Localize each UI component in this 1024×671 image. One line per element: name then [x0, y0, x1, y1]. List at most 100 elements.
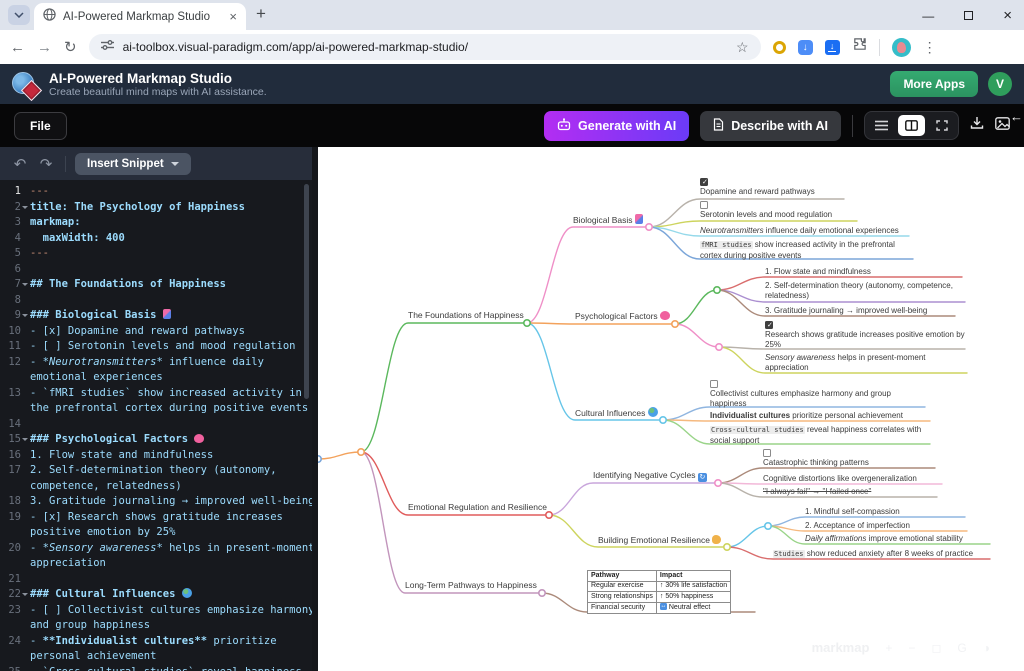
- file-menu-button[interactable]: File: [14, 112, 67, 140]
- map-node-biological-basis[interactable]: Biological Basis: [573, 214, 643, 226]
- map-leaf-daily-affirmations[interactable]: Daily affirmations improve emotional sta…: [805, 534, 963, 544]
- extension-ring-icon[interactable]: [773, 41, 786, 54]
- new-tab-button[interactable]: +: [256, 4, 266, 24]
- map-node-circle[interactable]: [524, 320, 530, 326]
- window-minimize-button[interactable]: —: [922, 9, 934, 23]
- checkbox-unchecked[interactable]: [700, 201, 708, 209]
- map-node-circle[interactable]: [646, 224, 652, 230]
- map-link: [727, 526, 768, 547]
- back-icon[interactable]: ←: [10, 39, 25, 56]
- document-icon: [713, 118, 724, 134]
- checkbox-checked[interactable]: [765, 321, 773, 329]
- map-leaf-self-determination[interactable]: 2. Self-determination theory (autonomy, …: [765, 281, 967, 300]
- map-leaf-always-fail[interactable]: "I always fail" → "I failed once": [763, 487, 871, 497]
- map-leaf-research-gratitude[interactable]: Research shows gratitude increases posit…: [765, 321, 970, 349]
- map-link: [361, 323, 527, 452]
- map-leaf-flow-state[interactable]: 1. Flow state and mindfulness: [765, 267, 871, 277]
- checkbox-unchecked[interactable]: [710, 380, 718, 388]
- browser-menu-icon[interactable]: ⋮: [923, 39, 937, 56]
- tab-close-icon[interactable]: ×: [229, 10, 237, 23]
- download-icon[interactable]: [970, 116, 984, 135]
- editor-row: 1---: [0, 184, 312, 200]
- editor-row: 10- [x] Dopamine and reward pathways: [0, 324, 312, 340]
- zoom-out-icon[interactable]: −: [908, 641, 915, 655]
- editor-row: 161. Flow state and mindfulness: [0, 448, 312, 464]
- browser-profile-avatar[interactable]: [892, 38, 911, 57]
- map-node-psychological-factors[interactable]: Psychological Factors: [575, 311, 670, 322]
- editor-scrollbar[interactable]: [304, 184, 309, 399]
- map-node-long-term[interactable]: Long-Term Pathways to Happiness: [405, 581, 537, 591]
- map-node-circle[interactable]: [358, 449, 364, 455]
- map-leaf-acceptance[interactable]: 2. Acceptance of imperfection: [805, 521, 910, 531]
- map-node-circle[interactable]: [765, 523, 771, 529]
- editor-row: 22### Cultural Influences: [0, 587, 312, 603]
- map-leaf-dopamine[interactable]: Dopamine and reward pathways: [700, 178, 815, 197]
- user-avatar[interactable]: V: [988, 72, 1012, 96]
- checkbox-unchecked[interactable]: [763, 449, 771, 457]
- map-leaf-individualist[interactable]: Individualist cultures prioritize person…: [710, 411, 903, 421]
- map-leaf-cross-cultural[interactable]: Cross-cultural studies reveal happiness …: [710, 425, 930, 445]
- map-node-circle[interactable]: [539, 590, 545, 596]
- forward-icon[interactable]: →: [37, 39, 52, 56]
- window-maximize-button[interactable]: [964, 11, 973, 20]
- map-node-circle[interactable]: [716, 344, 722, 350]
- map-leaf-collectivist[interactable]: Collectivist cultures emphasize harmony …: [710, 380, 928, 408]
- code-editor[interactable]: 1---2title: The Psychology of Happiness3…: [0, 180, 312, 671]
- export-image-icon[interactable]: [995, 117, 1010, 135]
- window-close-button[interactable]: ×: [1003, 7, 1012, 24]
- editor-row: appreciation: [0, 556, 312, 572]
- editor-row: 7## The Foundations of Happiness: [0, 277, 312, 293]
- map-node-circle[interactable]: [714, 287, 720, 293]
- extensions-puzzle-icon[interactable]: [852, 37, 867, 57]
- more-apps-button[interactable]: More Apps: [890, 71, 978, 97]
- map-leaf-fmri[interactable]: fMRI studies show increased activity in …: [700, 240, 912, 260]
- fullscreen-view-button[interactable]: [928, 115, 955, 136]
- bookmark-star-icon[interactable]: ☆: [736, 39, 749, 56]
- checkbox-checked[interactable]: [700, 178, 708, 186]
- view-toggle-group: [864, 111, 959, 140]
- site-settings-icon[interactable]: [101, 38, 114, 56]
- split-view-button[interactable]: [898, 115, 925, 136]
- insert-snippet-button[interactable]: Insert Snippet: [75, 153, 191, 175]
- mouse-cursor: ←: [1010, 109, 1023, 124]
- extension-download-icon[interactable]: ↓: [798, 40, 813, 55]
- map-leaf-sensory-awareness[interactable]: Sensory awareness helps in present-momen…: [765, 353, 965, 372]
- map-node-circle[interactable]: [724, 544, 730, 550]
- editor-view-button[interactable]: [868, 115, 895, 136]
- map-leaf-catastrophic[interactable]: Catastrophic thinking patterns: [763, 449, 869, 468]
- map-node-circle[interactable]: [660, 417, 666, 423]
- generate-with-ai-button[interactable]: Generate with AI: [544, 111, 689, 141]
- reload-icon[interactable]: ↻: [64, 38, 77, 56]
- e-brain-icon: [194, 434, 204, 443]
- github-icon[interactable]: G: [957, 641, 966, 655]
- map-node-foundations[interactable]: The Foundations of Happiness: [408, 311, 524, 321]
- url-text[interactable]: ai-toolbox.visual-paradigm.com/app/ai-po…: [123, 40, 727, 54]
- fit-icon[interactable]: ◻: [931, 641, 941, 655]
- map-leaf-serotonin[interactable]: Serotonin levels and mood regulation: [700, 201, 832, 220]
- undo-icon[interactable]: ↶: [10, 155, 30, 173]
- map-node-cultural-influences[interactable]: Cultural Influences: [575, 407, 658, 419]
- map-node-circle[interactable]: [672, 321, 678, 327]
- map-leaf-gratitude-journaling[interactable]: 3. Gratitude journaling → improved well-…: [765, 306, 927, 316]
- tab-search-button[interactable]: [8, 5, 30, 25]
- map-node-circle[interactable]: [715, 480, 721, 486]
- mindmap-panel[interactable]: The Foundations of Happiness Emotional R…: [312, 147, 1024, 671]
- map-node-identifying-negative-cycles[interactable]: Identifying Negative Cycles ↻: [593, 471, 707, 482]
- map-node-building-resilience[interactable]: Building Emotional Resilience: [598, 535, 721, 546]
- map-leaf-neurotransmitters[interactable]: Neurotransmitters influence daily emotio…: [700, 226, 899, 236]
- map-node-circle[interactable]: [546, 512, 552, 518]
- redo-icon[interactable]: ↷: [36, 155, 56, 173]
- editor-row: 172. Self-determination theory (autonomy…: [0, 463, 312, 479]
- theme-icon[interactable]: ◑: [983, 641, 990, 655]
- browser-tab[interactable]: AI-Powered Markmap Studio ×: [34, 3, 246, 30]
- editor-row: 6: [0, 262, 312, 278]
- zoom-in-icon[interactable]: +: [885, 641, 892, 655]
- map-leaf-cognitive-distortions[interactable]: Cognitive distortions like overgeneraliz…: [763, 474, 917, 484]
- url-field[interactable]: ai-toolbox.visual-paradigm.com/app/ai-po…: [89, 34, 761, 60]
- map-node-emotional-regulation[interactable]: Emotional Regulation and Resilience: [408, 503, 547, 513]
- map-leaf-studies-anxiety[interactable]: Studies show reduced anxiety after 8 wee…: [773, 549, 973, 560]
- pathway-impact-table[interactable]: PathwayImpact Regular exercise↑ 30% life…: [587, 570, 731, 614]
- describe-with-ai-button[interactable]: Describe with AI: [700, 111, 841, 141]
- map-leaf-mindful-compassion[interactable]: 1. Mindful self-compassion: [805, 507, 900, 517]
- download-manager-icon[interactable]: ↓: [825, 40, 840, 55]
